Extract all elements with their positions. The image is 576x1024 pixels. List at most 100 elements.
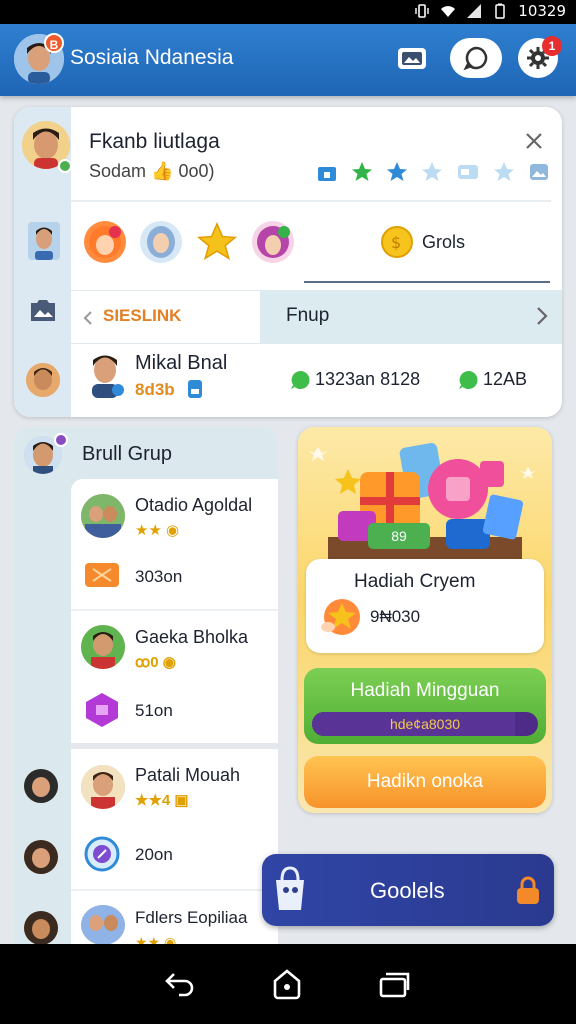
id-card-icon xyxy=(188,380,202,398)
member-avatar[interactable] xyxy=(24,840,58,874)
home-badge-icon xyxy=(318,167,336,181)
star-coin-icon xyxy=(321,599,360,635)
chat-button[interactable] xyxy=(450,38,502,78)
avatar-badge: B xyxy=(44,33,64,53)
recents-icon[interactable] xyxy=(378,970,412,998)
back-icon[interactable] xyxy=(164,970,196,998)
member-avatar[interactable] xyxy=(26,363,60,397)
group-member-list: Otadio Agoldal ★★ ◉ 303on Gaeka Bholka ꝏ… xyxy=(71,479,278,947)
lock-icon xyxy=(517,876,539,904)
star-green-icon xyxy=(352,162,372,181)
chevron-left-icon xyxy=(83,311,92,325)
purple-sticker-icon[interactable] xyxy=(252,221,294,263)
avatar-face-icon xyxy=(24,840,58,874)
avatar-face-icon xyxy=(26,363,60,397)
member-name: Otadio Agoldal xyxy=(135,495,253,515)
grols-label: Grols xyxy=(422,231,466,252)
tab-sieslink-label: SIESLINK xyxy=(103,306,182,325)
avatar-face-icon xyxy=(92,355,124,398)
promo-amount: 9₦030 xyxy=(370,607,421,626)
star-light-icon xyxy=(422,162,442,181)
member-name: Patali Mouah xyxy=(135,765,241,785)
claim-reward-label: Hadikn onoka xyxy=(366,771,484,792)
card-icon xyxy=(458,165,478,179)
online-indicator xyxy=(58,159,72,173)
promo-card: 89 Hadiah Cryem 9₦030 Hadiah Mingguan hd… xyxy=(298,427,552,813)
promo-reward-card[interactable]: Hadiah Cryem 9₦030 xyxy=(306,559,544,653)
star-blue-icon xyxy=(387,162,407,181)
weekly-reward-button[interactable]: Hadiah Mingguan hde¢a8030 xyxy=(304,668,546,744)
member-stars: ★★ ◉ xyxy=(135,522,180,539)
weekly-progress-bar: hde¢a8030 xyxy=(312,712,538,736)
rank-subtitle: Sodam 👍 0o0) xyxy=(89,161,215,181)
group-card: Brull Grup Otadio Agoldal ★★ ◉ 303on Gae… xyxy=(14,427,278,947)
avatar-face-icon xyxy=(24,911,58,945)
star-light-icon xyxy=(494,162,514,181)
reaction-row xyxy=(84,221,294,263)
signal-icon xyxy=(467,4,482,18)
member-name: Mikal Bnal xyxy=(135,352,228,374)
gem-icon xyxy=(86,693,118,727)
promo-title: Hadiah Cryem xyxy=(354,571,476,592)
group-title: Brull Grup xyxy=(82,443,173,465)
tab-sieslink[interactable]: SIESLINK xyxy=(71,290,260,344)
app-bar: B Sosiaia Ndanesia 1 xyxy=(0,24,576,96)
member-value: 20on xyxy=(135,845,173,864)
group-photo-icon xyxy=(81,494,125,538)
girl-sticker-icon[interactable] xyxy=(84,221,126,263)
avatar-face-icon xyxy=(24,769,58,803)
close-icon[interactable] xyxy=(524,131,544,151)
goolels-label: Goolels xyxy=(370,878,445,903)
rank-name: Fkanb liutlaga xyxy=(89,130,220,153)
member-avatar[interactable] xyxy=(24,911,58,945)
stat-2: 12AB xyxy=(458,369,527,390)
status-time: 10329 xyxy=(518,2,566,20)
grols-badge[interactable]: $ Grols xyxy=(380,225,465,259)
avatar-face-icon xyxy=(81,765,125,809)
divider xyxy=(71,609,278,611)
claim-reward-button[interactable]: Hadikn onoka xyxy=(304,756,546,808)
divider xyxy=(304,281,550,283)
ticket-icon xyxy=(85,563,119,587)
home-icon[interactable] xyxy=(272,968,302,1000)
avatar-face-icon xyxy=(28,222,60,260)
member-avatar[interactable] xyxy=(81,625,125,669)
member-meta: 8d3b xyxy=(135,380,175,399)
chat-green-icon xyxy=(291,370,310,389)
tab-fnup[interactable]: Fnup xyxy=(260,290,562,344)
vibrate-icon xyxy=(415,4,429,18)
group-status-dot xyxy=(54,433,68,447)
goolels-button[interactable]: Goolels xyxy=(262,854,554,926)
weekly-progress-text: hde¢a8030 xyxy=(389,716,461,732)
group-photo-icon xyxy=(81,905,125,945)
image-message-icon xyxy=(398,48,426,69)
member-avatar[interactable] xyxy=(28,222,60,260)
bag-icon xyxy=(276,866,304,910)
gallery-icon xyxy=(530,164,548,180)
battery-icon xyxy=(495,3,506,19)
notification-badge: 1 xyxy=(542,36,562,56)
app-title: Sosiaia Ndanesia xyxy=(70,46,234,69)
tab-fnup-label: Fnup xyxy=(286,305,330,326)
star-sticker-icon[interactable] xyxy=(196,221,238,263)
system-nav-bar xyxy=(0,944,576,1024)
member-stars: ★★4 ▣ xyxy=(135,792,189,809)
member-avatar[interactable] xyxy=(81,765,125,809)
member-avatar[interactable] xyxy=(81,494,125,538)
hijab-sticker-icon[interactable] xyxy=(140,221,182,263)
member-name: Fdlers Eopiliaa xyxy=(135,908,248,927)
chevron-right-icon[interactable] xyxy=(536,306,548,326)
rating-icons xyxy=(316,161,550,183)
member-value: 303on xyxy=(135,567,183,586)
svg-text:$: $ xyxy=(391,233,401,252)
status-icons: 10329 xyxy=(414,2,566,20)
member-avatar[interactable] xyxy=(24,769,58,803)
chat-bubble-icon xyxy=(463,46,488,71)
messages-button[interactable] xyxy=(390,38,434,78)
member-name: Gaeka Bholka xyxy=(135,627,249,647)
rank-card: Fkanb liutlaga Sodam 👍 0o0) $ Grols SIES… xyxy=(14,107,562,417)
image-icon[interactable] xyxy=(28,295,58,325)
wifi-icon xyxy=(441,6,456,17)
mikal-avatar[interactable] xyxy=(84,350,126,398)
member-avatar[interactable] xyxy=(81,905,125,945)
